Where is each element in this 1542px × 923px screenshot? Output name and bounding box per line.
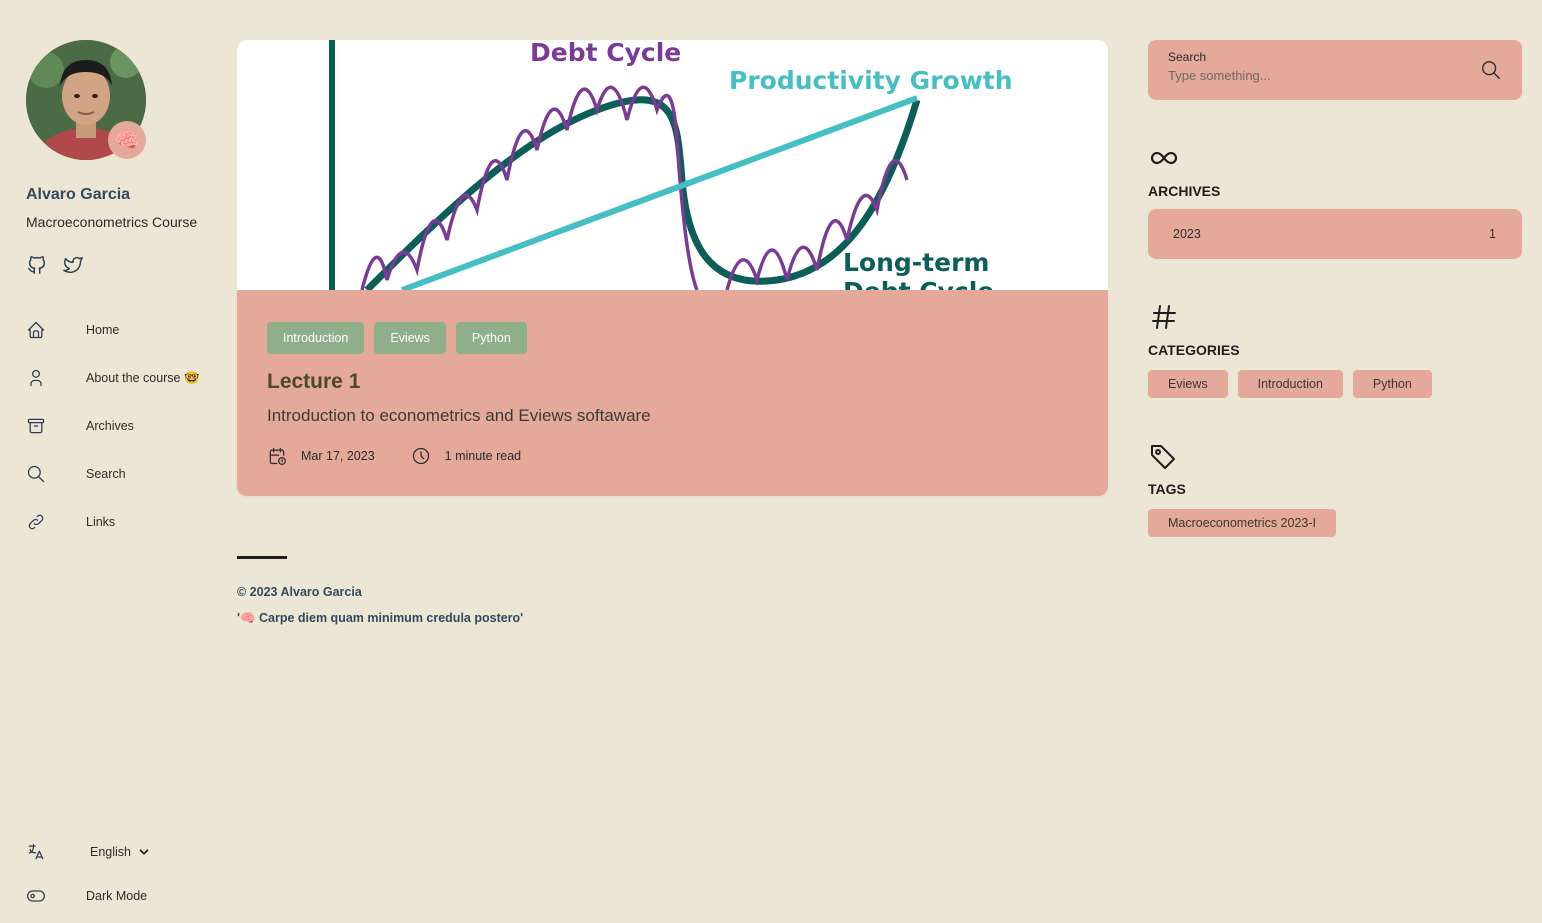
avatar-emoji-badge: 🧠 [108,121,146,159]
twitter-icon[interactable] [62,254,84,276]
nav-label-home: Home [86,323,120,337]
nav-label-search: Search [86,467,126,481]
tag-icon [1148,442,1522,475]
post-date: Mar 17, 2023 [301,449,375,463]
link-icon [26,512,86,532]
nav-item-links[interactable]: Links [26,498,215,546]
archives-widget: ARCHIVES 2023 1 [1148,144,1522,259]
category-chip[interactable]: Introduction [1237,370,1343,398]
right-sidebar: Search ARCHIVES 2023 1 CATEGORIES Eviews… [1148,40,1522,537]
tag-chip[interactable]: Macroeconometrics 2023-I [1148,509,1336,537]
post-cover-image[interactable]: Debt Cycle Productivity Growth Long-term… [237,40,1108,290]
avatar-container: 🧠 [26,40,146,160]
hash-icon [1148,303,1522,336]
post-read-time: 1 minute read [444,449,522,463]
main-nav: Home About the course 🤓 Archives Search … [26,306,215,546]
category-list: Eviews Introduction Python [1148,370,1522,398]
categories-widget: CATEGORIES Eviews Introduction Python [1148,303,1522,398]
site-name[interactable]: Alvaro Garcia [26,186,215,204]
archive-count: 1 [1489,227,1496,241]
post-tag[interactable]: Introduction [267,322,365,354]
debt-cycle-illustration: Debt Cycle Productivity Growth Long-term… [329,40,1013,290]
tags-widget: TAGS Macroeconometrics 2023-I [1148,442,1522,537]
chevron-down-icon [139,849,149,855]
calendar-icon [269,447,286,465]
nav-label-links: Links [86,515,116,529]
footer-quote: '🧠 Carpe diem quam minimum credula poste… [237,611,524,625]
clock-icon [412,447,429,465]
post-card-body: Introduction Eviews Python Lecture 1 Int… [237,290,1108,496]
site-description: Macroeconometrics Course [26,214,198,230]
nav-item-home[interactable]: Home [26,306,215,354]
site-footer: © 2023 Alvaro Garcia '🧠 Carpe diem quam … [237,556,1108,626]
bottom-menu: English Dark Mode [26,830,151,918]
user-icon [26,368,86,388]
search-label: Search [1168,50,1207,64]
search-widget: Search [1148,40,1522,100]
tags-title: TAGS [1148,481,1186,497]
language-value: English [90,845,131,859]
nav-item-archives[interactable]: Archives [26,402,215,450]
post-subtitle: Introduction to econometrics and Eviews … [267,406,651,425]
dark-mode-label: Dark Mode [86,889,148,903]
long-term-label-line2: Debt Cycle [843,277,994,290]
language-select[interactable]: English [86,845,151,859]
category-chip[interactable]: Eviews [1148,370,1228,398]
post-title[interactable]: Lecture 1 [267,370,1078,394]
nav-label-about: About the course 🤓 [86,370,200,385]
translate-icon [26,842,86,862]
nav-item-about[interactable]: About the course 🤓 [26,354,215,402]
archives-title: ARCHIVES [1148,183,1221,199]
sidebar: 🧠 Alvaro Garcia Macroeconometrics Course… [0,0,215,923]
post-card[interactable]: Debt Cycle Productivity Growth Long-term… [237,40,1108,496]
productivity-label: Productivity Growth [729,66,1013,95]
home-icon [26,320,86,340]
infinity-icon [1148,144,1522,177]
search-icon [26,464,86,484]
footer-copyright: © 2023 Alvaro Garcia [237,585,362,599]
language-switcher[interactable]: English [26,830,151,874]
post-meta: Mar 17, 2023 1 minute read [267,446,1078,466]
categories-title: CATEGORIES [1148,342,1240,358]
github-icon[interactable] [26,254,48,276]
tag-list: Macroeconometrics 2023-I [1148,509,1522,537]
post-tag[interactable]: Python [455,322,527,354]
archive-icon [26,416,86,436]
search-icon[interactable] [1480,59,1502,81]
social-links [26,254,215,276]
dark-mode-toggle[interactable]: Dark Mode [26,874,151,918]
nav-item-search[interactable]: Search [26,450,215,498]
archive-year: 2023 [1173,227,1201,241]
long-term-label-line1: Long-term [843,248,989,277]
footer-divider [237,556,287,559]
archive-year-row[interactable]: 2023 1 [1148,209,1522,259]
category-chip[interactable]: Python [1352,370,1432,398]
search-input[interactable] [1168,68,1468,83]
post-tag[interactable]: Eviews [374,322,446,354]
main-content: Debt Cycle Productivity Growth Long-term… [237,40,1108,626]
toggle-icon [26,886,86,906]
debt-cycle-label: Debt Cycle [530,40,681,67]
post-tags: Introduction Eviews Python [267,322,1078,354]
nav-label-archives: Archives [86,419,134,433]
